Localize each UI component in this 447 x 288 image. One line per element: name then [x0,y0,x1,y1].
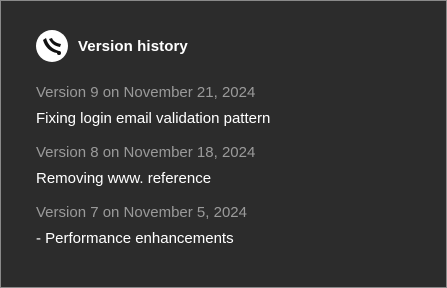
app-logo-icon [36,30,68,62]
version-entry: Version 8 on November 18, 2024 Removing … [36,143,436,189]
version-description: Removing www. reference [36,170,212,187]
version-history-panel: Version history Version 9 on November 21… [0,0,447,288]
version-description: Fixing login email validation pattern [36,110,271,127]
page-title: Version history [78,37,188,55]
version-list: Version 9 on November 21, 2024 Fixing lo… [36,83,436,249]
version-entry: Version 9 on November 21, 2024 Fixing lo… [36,83,436,129]
version-label: Version 7 on November 5, 2024 [36,204,247,221]
version-entry: Version 7 on November 5, 2024 - Performa… [36,203,436,249]
panel-header: Version history [36,30,188,62]
version-description: - Performance enhancements [36,230,234,247]
scroll-quill-icon [43,38,61,55]
version-label: Version 9 on November 21, 2024 [36,84,256,101]
version-label: Version 8 on November 18, 2024 [36,144,256,161]
